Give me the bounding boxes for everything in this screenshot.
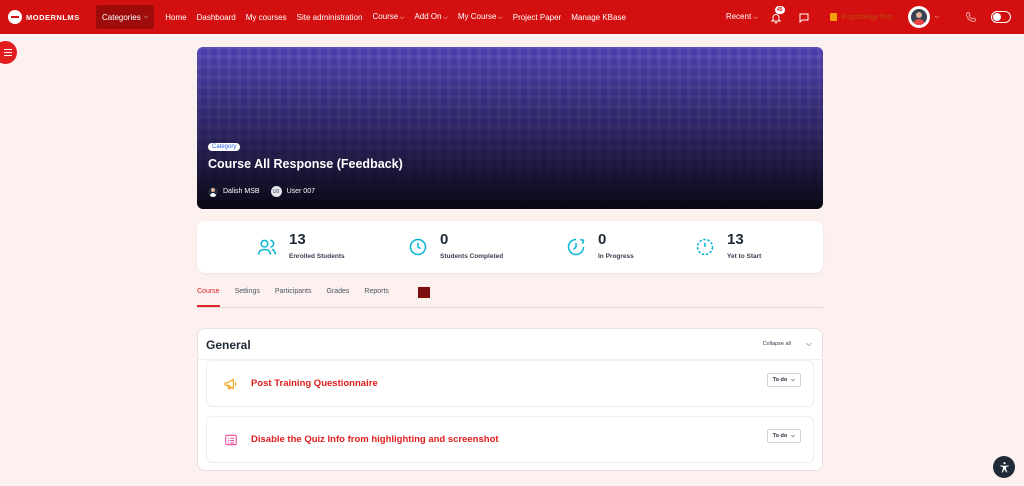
messages-button[interactable] (798, 11, 810, 24)
nav-item-label: Manage KBase (571, 12, 626, 22)
activity-item[interactable]: Disable the Quiz Info from highlighting … (206, 416, 814, 463)
phone-icon[interactable] (965, 11, 977, 23)
book-icon (829, 13, 837, 21)
more-tab-button[interactable] (417, 287, 430, 298)
tab-reports[interactable]: Reports (364, 288, 389, 307)
course-index-drawer-button[interactable] (0, 41, 17, 64)
chevron-down-icon: ⌵ (496, 15, 503, 21)
todo-label: To do (772, 433, 788, 439)
accessibility-icon (999, 461, 1009, 472)
todo-dropdown[interactable]: To do ⌵ (766, 429, 801, 443)
nav-item-label: Site administration (296, 12, 363, 22)
navbar-right: Recent ⌵ 45 Psychology Test ⌵ (726, 0, 1024, 34)
nav-item-label: Project Paper (512, 12, 562, 22)
todo-dropdown[interactable]: To do ⌵ (766, 373, 801, 387)
tab-settings[interactable]: Settings (235, 288, 260, 307)
nav-item-project-paper[interactable]: Project Paper (513, 13, 561, 22)
stat-value: 13 (727, 231, 744, 248)
todo-label: To do (772, 377, 788, 383)
progress-clock-icon (567, 238, 585, 256)
nav-item-dashboard[interactable]: Dashboard (197, 13, 236, 22)
activity-title[interactable]: Disable the Quiz Info from highlighting … (251, 434, 499, 445)
recent-menu[interactable]: Recent ⌵ (726, 12, 758, 22)
chevron-down-icon: ⌵ (143, 13, 149, 20)
user-initials-avatar: U0 (270, 186, 282, 197)
course-people: Dalish MSB U0 User 007 (208, 186, 315, 197)
tab-course[interactable]: Course (197, 288, 220, 307)
dark-mode-toggle[interactable] (991, 11, 1011, 23)
accessibility-button[interactable] (993, 456, 1015, 478)
primary-nav: Home Dashboard My courses Site administrati… (160, 12, 631, 22)
chevron-down-icon[interactable]: ⌵ (806, 339, 812, 349)
notification-count-badge: 45 (774, 6, 785, 14)
nav-item-manage-kbase[interactable]: Manage KBase (571, 13, 626, 22)
tab-participants[interactable]: Participants (275, 288, 312, 307)
stat-label: In Progress (598, 253, 634, 260)
section-general: General Collapse all ⌵ Post Training Que… (197, 328, 823, 471)
category-badge[interactable]: Category (208, 143, 241, 151)
activity-title[interactable]: Post Training Questionnaire (251, 378, 378, 389)
nav-item-site-administration[interactable]: Site administration (297, 13, 363, 22)
nav-item-my-course[interactable]: My Course ⌵ (458, 12, 503, 22)
page-icon (225, 434, 237, 446)
top-navbar: MODERNLMS Categories ⌵ Home Dashboard My c… (0, 0, 1024, 34)
nav-item-label: Add On (414, 12, 442, 21)
user-avatar[interactable] (908, 6, 931, 28)
stat-label: Students Completed (440, 253, 504, 260)
nav-item-course[interactable]: Course ⌵ (372, 12, 404, 22)
logo-text: MODERNLMS (26, 12, 80, 22)
stat-value: 13 (289, 231, 306, 248)
course-tabs: Course Settings Participants Grades Repo… (197, 287, 823, 308)
chevron-down-icon: ⌵ (441, 15, 448, 21)
categories-label: Categories (102, 12, 141, 22)
teacher-name[interactable]: Dalish MSB (223, 188, 260, 195)
stat-value: 0 (598, 231, 607, 248)
stat-in-progress: 0 In Progress (566, 231, 634, 260)
activity-item[interactable]: Post Training Questionnaire To do ⌵ (206, 360, 814, 407)
stat-label: Yet to Start (727, 253, 762, 260)
nav-item-label: Home (165, 12, 187, 22)
nav-item-label: My Course (457, 12, 497, 21)
recent-label: Recent (725, 12, 752, 21)
nav-item-home[interactable]: Home (165, 13, 186, 22)
stat-enrolled-students: 13 Enrolled Students (257, 231, 345, 260)
current-course-tag[interactable]: Psychology Test (829, 13, 893, 21)
course-tag-label: Psychology Test (841, 13, 893, 21)
stat-yet-to-start: 13 Yet to Start (695, 231, 761, 260)
collapse-all-link[interactable]: Collapse all (763, 341, 791, 347)
nav-item-add-on[interactable]: Add On ⌵ (414, 12, 447, 22)
logo-icon (8, 10, 22, 24)
nav-item-label: My courses (245, 12, 287, 22)
categories-menu-button[interactable]: Categories ⌵ (96, 5, 155, 29)
course-title: Course All Response (Feedback) (208, 157, 403, 171)
chevron-down-icon: ⌵ (791, 433, 795, 439)
stat-label: Enrolled Students (289, 253, 345, 260)
user-menu-caret[interactable]: ⌵ (934, 14, 939, 21)
avatar-image (911, 9, 928, 25)
chevron-down-icon: ⌵ (791, 377, 795, 383)
nav-item-label: Course (372, 12, 399, 21)
notifications-button[interactable]: 45 (770, 6, 785, 24)
course-stats-card: 13 Enrolled Students 0 Students Completed … (197, 221, 823, 273)
list-icon (3, 52, 12, 53)
section-title: General (206, 338, 251, 352)
stat-students-completed: 0 Students Completed (408, 231, 503, 260)
users-icon (257, 239, 277, 255)
course-hero-banner: Category Course All Response (Feedback) … (197, 47, 823, 209)
chevron-down-icon: ⌵ (753, 15, 758, 21)
timer-icon (696, 238, 714, 256)
chat-icon (799, 13, 809, 24)
megaphone-icon (224, 378, 237, 390)
nav-item-label: Dashboard (196, 12, 236, 22)
tab-grades[interactable]: Grades (326, 288, 349, 307)
stat-value: 0 (440, 231, 449, 248)
clock-icon (409, 238, 427, 256)
site-logo[interactable]: MODERNLMS (8, 10, 90, 24)
nav-item-my-courses[interactable]: My courses (246, 13, 287, 22)
user-name[interactable]: User 007 (287, 188, 315, 195)
chevron-down-icon: ⌵ (398, 15, 405, 21)
teacher-avatar (208, 186, 218, 197)
